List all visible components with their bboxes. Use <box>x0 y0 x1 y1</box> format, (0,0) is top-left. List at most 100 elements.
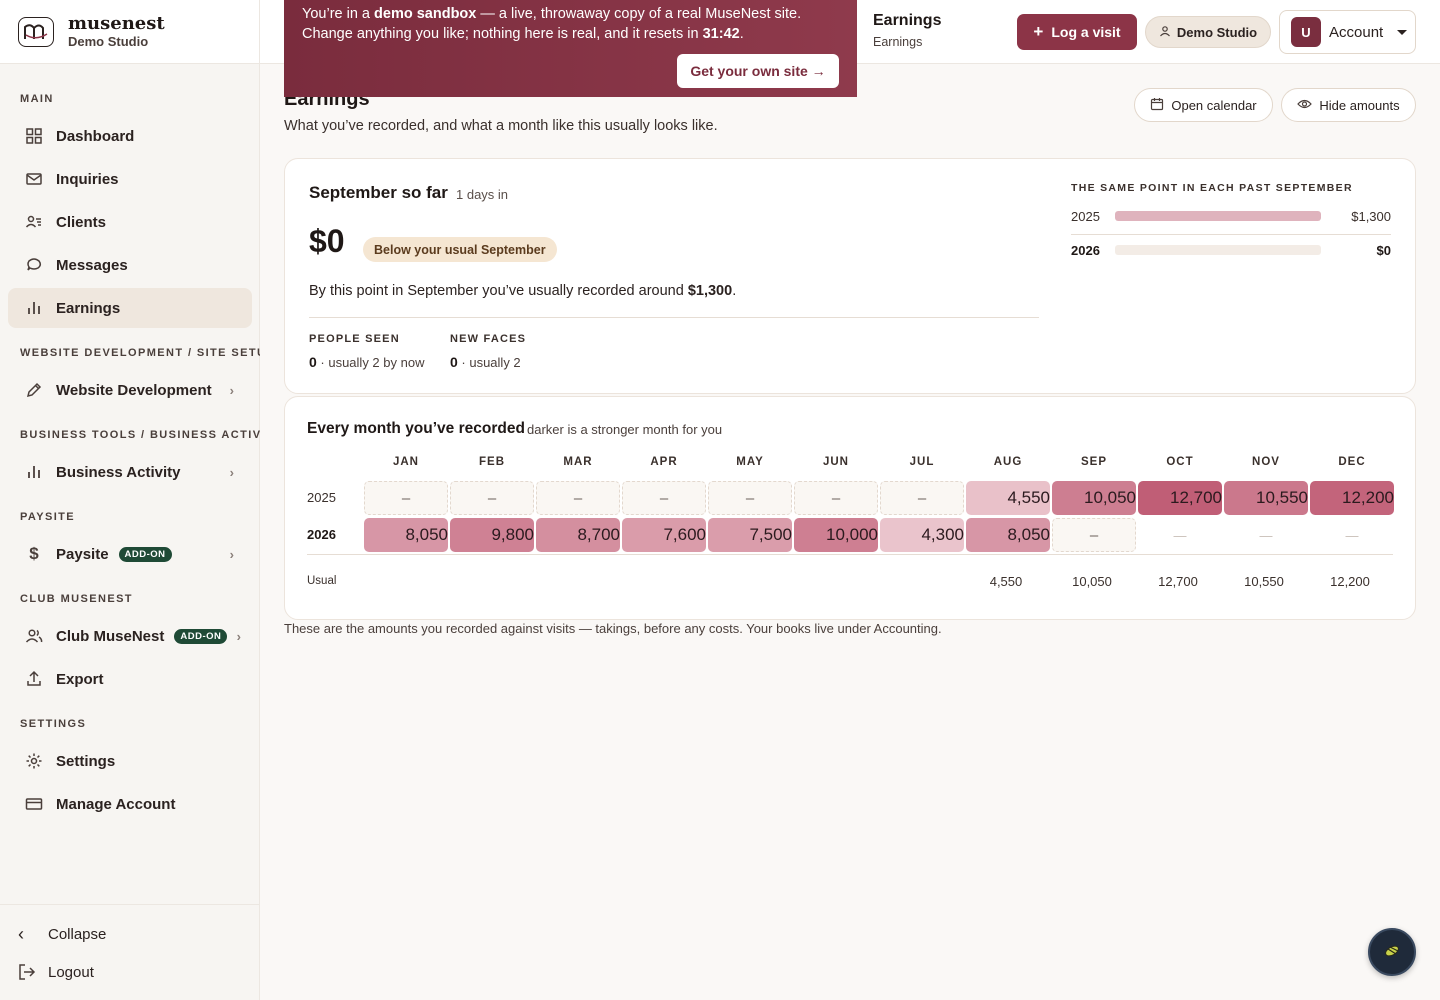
brand-name: musenest <box>68 13 165 34</box>
past-bar-fill <box>1115 211 1321 221</box>
sidebar-item-earnings[interactable]: Earnings <box>8 288 252 328</box>
sidebar-item-manage-account[interactable]: Manage Account <box>8 784 252 824</box>
brand[interactable]: musenest Demo Studio <box>0 0 259 64</box>
heatmap-title: Every month you’ve recorded <box>307 420 525 437</box>
usual-value: 4,550 <box>989 574 1023 589</box>
month-header: JUL <box>909 456 935 468</box>
month-so-far-card: September so far 1 days in $0 Below your… <box>284 158 1416 394</box>
past-amount: $0 <box>1376 242 1391 258</box>
help-widget-button[interactable] <box>1368 928 1416 976</box>
heatmap-cell[interactable]: – <box>536 481 620 515</box>
heatmap-cell[interactable]: – <box>794 481 878 515</box>
month-header: MAY <box>736 456 764 468</box>
logout-button[interactable]: Logout <box>18 963 94 981</box>
month-header: JAN <box>392 456 419 468</box>
get-your-own-site-button[interactable]: Get your own site → <box>677 54 839 88</box>
heatmap-cell[interactable]: 7,500 <box>708 518 792 552</box>
chevron-right-icon: › <box>229 546 234 562</box>
pencil-icon <box>24 380 44 400</box>
sidebar-item-settings[interactable]: Settings <box>8 741 252 781</box>
calendar-icon <box>1150 97 1164 114</box>
month-header: MAR <box>563 456 593 468</box>
usual-row-label: Usual <box>307 575 337 587</box>
heatmap-cell[interactable]: – <box>364 481 448 515</box>
usual-value: 12,700 <box>1158 574 1198 589</box>
sidebar-item-business-activity[interactable]: Business Activity › <box>8 452 252 492</box>
heatmap-cell[interactable]: 4,300 <box>880 518 964 552</box>
open-calendar-label: Open calendar <box>1171 97 1257 113</box>
days-in-count: 1 days in <box>456 187 509 202</box>
bar-chart-icon <box>24 462 44 482</box>
past-amount: $1,300 <box>1351 208 1391 224</box>
sidebar-item-label: Manage Account <box>56 795 176 813</box>
hide-amounts-label: Hide amounts <box>1319 97 1400 113</box>
month-header: DEC <box>1338 456 1366 468</box>
heatmap-cell[interactable]: 10,050 <box>1052 481 1136 515</box>
sidebar-item-label: Messages <box>56 256 128 274</box>
footnote: These are the amounts you recorded again… <box>284 621 942 636</box>
avatar: U <box>1291 17 1321 47</box>
past-septembers-heading: THE SAME POINT IN EACH PAST SEPTEMBER <box>1071 182 1353 194</box>
sidebar-item-dashboard[interactable]: Dashboard <box>8 116 252 156</box>
heatmap-cell: — <box>1345 527 1359 543</box>
studio-label: Demo Studio <box>1176 24 1258 40</box>
chevron-down-icon <box>1397 29 1408 35</box>
sidebar-item-label: Dashboard <box>56 127 135 145</box>
sidebar-item-paysite[interactable]: $ Paysite ADD-ON › <box>8 534 252 574</box>
monthly-heatmap-card: Every month you’ve recorded darker is a … <box>284 396 1416 620</box>
month-header: JUN <box>822 456 849 468</box>
heatmap-cell[interactable]: 8,700 <box>536 518 620 552</box>
heatmap-cell[interactable]: 9,800 <box>450 518 534 552</box>
heatmap-cell[interactable]: 4,550 <box>966 481 1050 515</box>
page-subtitle: What you’ve recorded, and what a month l… <box>284 118 718 134</box>
account-menu-button[interactable]: U Account <box>1279 10 1416 54</box>
sidebar-item-inquiries[interactable]: Inquiries <box>8 159 252 199</box>
studio-switcher-button[interactable]: Demo Studio <box>1145 16 1271 48</box>
heatmap-cell[interactable]: 12,200 <box>1310 481 1394 515</box>
heatmap-cell[interactable]: – <box>450 481 534 515</box>
demo-sandbox-banner: You’re in a demo sandbox — a live, throw… <box>284 0 857 97</box>
collapse-button[interactable]: ‹ Collapse <box>18 924 106 945</box>
heatmap-cell[interactable]: 8,050 <box>966 518 1050 552</box>
sidebar-item-club-musenest[interactable]: Club MuseNest ADD-ON › <box>8 616 252 656</box>
divider <box>309 317 1039 318</box>
people-seen-label: PEOPLE SEEN <box>309 333 400 345</box>
heatmap-cell[interactable]: 10,550 <box>1224 481 1308 515</box>
new-faces-label: NEW FACES <box>450 333 527 345</box>
heatmap-cell[interactable]: – <box>880 481 964 515</box>
usual-summary: By this point in September you’ve usuall… <box>309 283 737 299</box>
brand-studio: Demo Studio <box>68 34 149 49</box>
hide-amounts-button[interactable]: Hide amounts <box>1281 88 1416 122</box>
heatmap-cell: — <box>1259 527 1273 543</box>
usual-value: 10,050 <box>1072 574 1112 589</box>
month-header: APR <box>650 456 678 468</box>
nav-section-business: BUSINESS TOOLS / BUSINESS ACTIVITY <box>20 429 260 441</box>
sidebar-item-export[interactable]: Export <box>8 659 252 699</box>
sidebar: musenest Demo Studio MAIN Dashboard Inqu… <box>0 0 260 1000</box>
grid-icon <box>24 126 44 146</box>
usual-value: 12,200 <box>1330 574 1370 589</box>
sidebar-item-website-development[interactable]: Website Development › <box>8 370 252 410</box>
bar-chart-icon <box>24 298 44 318</box>
sidebar-item-clients[interactable]: Clients <box>8 202 252 242</box>
upload-icon <box>24 669 44 689</box>
collapse-label: Collapse <box>48 926 107 943</box>
past-bar-track <box>1115 211 1321 221</box>
heatmap-cell[interactable]: – <box>708 481 792 515</box>
heatmap-cell[interactable]: 12,700 <box>1138 481 1222 515</box>
month-header: AUG <box>993 456 1023 468</box>
breadcrumb[interactable]: Earnings <box>873 35 922 49</box>
plus-icon: + <box>1033 22 1044 41</box>
sidebar-item-label: Club MuseNest <box>56 627 165 645</box>
log-visit-button[interactable]: + Log a visit <box>1017 14 1137 50</box>
user-list-icon <box>24 212 44 232</box>
heatmap-cell[interactable]: 10,000 <box>794 518 878 552</box>
open-calendar-button[interactable]: Open calendar <box>1134 88 1273 122</box>
heatmap-cell[interactable]: 8,050 <box>364 518 448 552</box>
heatmap-cell[interactable]: 7,600 <box>622 518 706 552</box>
heatmap-cell[interactable]: – <box>622 481 706 515</box>
people-seen-value: 0 · usually 2 by now <box>309 354 425 370</box>
heatmap-cell[interactable]: – <box>1052 518 1136 552</box>
sidebar-item-messages[interactable]: Messages <box>8 245 252 285</box>
past-row: 2025 $1,300 <box>1071 206 1391 226</box>
